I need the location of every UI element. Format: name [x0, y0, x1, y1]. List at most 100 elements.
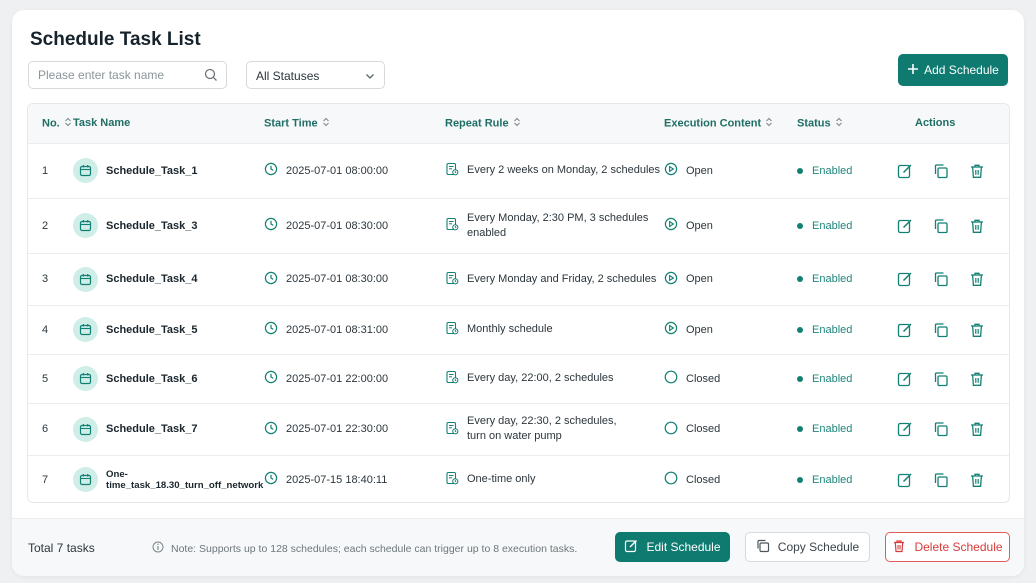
copy-icon[interactable] — [933, 163, 949, 179]
execution-content-text: Closed — [686, 473, 721, 486]
edit-schedule-button[interactable]: Edit Schedule — [615, 532, 730, 562]
table-row[interactable]: 6 Schedule_Task_7 2025-07-01 22:30:00 Every… — [28, 402, 1009, 455]
table-row[interactable]: 1 Schedule_Task_1 2025-07-01 08:00:00 Every… — [28, 142, 1009, 198]
header-execution-content[interactable]: Execution Content — [664, 104, 797, 143]
status-filter-select[interactable]: All Statuses — [246, 61, 385, 89]
trash-icon[interactable] — [969, 218, 985, 234]
header-status[interactable]: Status — [797, 104, 889, 143]
delete-schedule-button[interactable]: Delete Schedule — [885, 532, 1010, 562]
edit-schedule-label: Edit Schedule — [646, 540, 721, 554]
copy-icon[interactable] — [933, 472, 949, 488]
status-cell: Enabled — [797, 197, 889, 253]
table-row[interactable]: 3 Schedule_Task_4 2025-07-01 08:30:00 Every… — [28, 252, 1009, 305]
start-time-cell: 2025-07-01 08:31:00 — [264, 304, 445, 354]
row-number: 2 — [28, 197, 73, 253]
copy-icon[interactable] — [933, 271, 949, 287]
status-dot — [797, 276, 803, 282]
task-name-cell: Schedule_Task_5 — [73, 304, 264, 354]
edit-icon[interactable] — [897, 421, 913, 437]
status-dot — [797, 375, 803, 382]
trash-icon[interactable] — [969, 271, 985, 287]
trash-icon[interactable] — [969, 421, 985, 437]
header-no[interactable]: No. — [28, 104, 73, 143]
actions-cell — [889, 353, 1009, 403]
execution-content-text: Closed — [686, 423, 721, 435]
edit-icon[interactable] — [897, 163, 913, 179]
search-input[interactable] — [29, 62, 194, 88]
task-name-text: Schedule_Task_3 — [106, 219, 198, 232]
add-schedule-label: Add Schedule — [924, 63, 999, 77]
task-name: Schedule_Task_3 — [73, 213, 264, 238]
calendar-icon — [73, 366, 98, 391]
header-start-time-label: Start Time — [264, 117, 318, 130]
repeat-rule-line: Monthly schedule — [467, 323, 553, 335]
schedule-rule-icon — [445, 471, 459, 488]
actions-cell — [889, 142, 1009, 198]
table-row[interactable]: 4 Schedule_Task_5 2025-07-01 08:31:00 Month… — [28, 304, 1009, 354]
trash-icon[interactable] — [969, 163, 985, 179]
actions-cell — [889, 304, 1009, 354]
header-start-time[interactable]: Start Time — [264, 104, 445, 143]
execution-content-cell: Open — [664, 197, 797, 253]
repeat-rule-cell: One-time only — [445, 454, 664, 502]
repeat-rule-text: Every day, 22:00, 2 schedules — [467, 371, 614, 386]
repeat-rule-cell: Every day, 22:30, 2 schedules, turn on wa… — [445, 402, 664, 455]
task-name-cell: Schedule_Task_4 — [73, 252, 264, 305]
actions-cell — [889, 454, 1009, 502]
row-number: 5 — [28, 353, 73, 403]
clock-icon — [264, 162, 278, 179]
trash-icon[interactable] — [969, 472, 985, 488]
schedule-card: Schedule Task List All Statuses Add Sche… — [12, 10, 1024, 576]
trash-icon[interactable] — [969, 322, 985, 338]
edit-icon[interactable] — [897, 271, 913, 287]
delete-schedule-label: Delete Schedule — [914, 540, 1003, 554]
task-name-cell: Schedule_Task_1 — [73, 142, 264, 198]
sort-icon[interactable] — [322, 117, 330, 130]
edit-icon[interactable] — [897, 371, 913, 387]
sort-icon[interactable] — [835, 117, 843, 130]
repeat-rule-text: Every Monday, 2:30 PM, 3 schedules enable… — [467, 211, 648, 241]
copy-icon[interactable] — [933, 371, 949, 387]
clock-icon — [264, 217, 278, 234]
add-schedule-button[interactable]: Add Schedule — [898, 54, 1008, 86]
sort-icon[interactable] — [64, 117, 72, 130]
clock-icon — [264, 321, 278, 338]
repeat-rule-text: One-time only — [467, 472, 535, 487]
search-box[interactable] — [28, 61, 227, 89]
status-dot — [797, 326, 803, 333]
task-name-cell: Schedule_Task_6 — [73, 353, 264, 403]
status-dot — [797, 222, 803, 229]
sort-icon[interactable] — [513, 117, 521, 130]
table-row[interactable]: 7 One-time_task_18.30_turn_off_network 202… — [28, 454, 1009, 502]
status-text: Enabled — [812, 219, 853, 232]
repeat-rule-text: Every day, 22:30, 2 schedules, turn on wa… — [467, 414, 617, 444]
table-row[interactable]: 5 Schedule_Task_6 2025-07-01 22:00:00 Every… — [28, 353, 1009, 403]
status-text: Enabled — [812, 164, 853, 177]
task-name: Schedule_Task_7 — [73, 416, 264, 442]
task-name: Schedule_Task_6 — [73, 366, 264, 391]
execution-content-text: Closed — [686, 372, 721, 385]
copy-icon[interactable] — [933, 421, 949, 437]
status-cell: Enabled — [797, 142, 889, 198]
play-circle-icon — [664, 321, 678, 338]
actions-cell — [889, 197, 1009, 253]
table-row[interactable]: 2 Schedule_Task_3 2025-07-01 08:30:00 Every… — [28, 197, 1009, 253]
repeat-rule-line: Every Monday, 2:30 PM, 3 schedules — [467, 211, 649, 224]
execution-content-text: Open — [686, 219, 713, 232]
edit-icon[interactable] — [897, 322, 913, 338]
edit-icon[interactable] — [897, 218, 913, 234]
copy-icon[interactable] — [933, 218, 949, 234]
copy-icon[interactable] — [933, 322, 949, 338]
edit-icon[interactable] — [897, 472, 913, 488]
repeat-rule-line: Every day, 22:00, 2 schedules — [467, 372, 614, 384]
execution-content-cell: Open — [664, 304, 797, 354]
row-number: 3 — [28, 252, 73, 305]
copy-schedule-button[interactable]: Copy Schedule — [745, 532, 870, 562]
header-repeat-rule[interactable]: Repeat Rule — [445, 104, 664, 143]
total-count: Total 7 tasks — [28, 541, 95, 555]
repeat-rule-cell: Every day, 22:00, 2 schedules — [445, 353, 664, 403]
search-icon[interactable] — [204, 68, 218, 87]
sort-icon[interactable] — [765, 117, 773, 130]
trash-icon[interactable] — [969, 371, 985, 387]
status-cell: Enabled — [797, 402, 889, 455]
